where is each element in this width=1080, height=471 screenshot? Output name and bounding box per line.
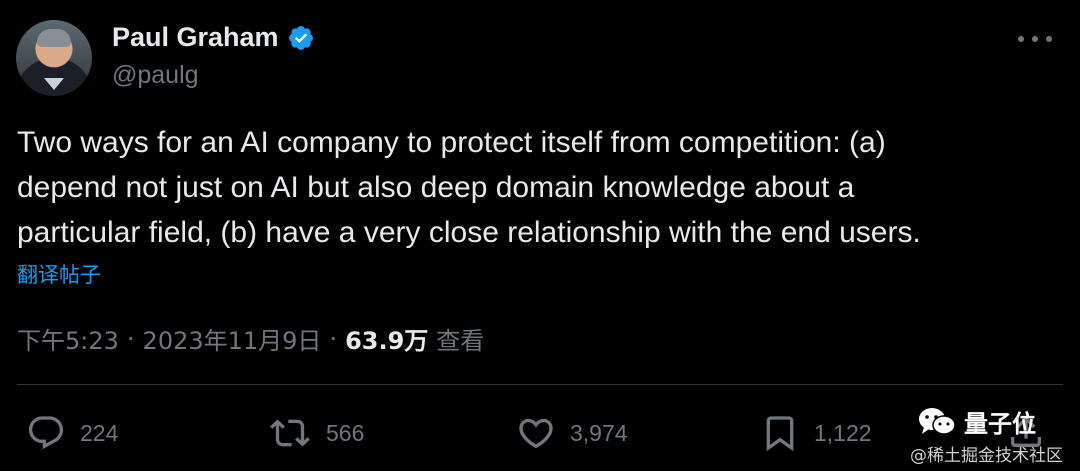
bookmark-icon <box>766 416 794 452</box>
like-button[interactable]: 3,974 <box>516 413 628 453</box>
avatar-collar <box>44 78 64 90</box>
reply-count: 224 <box>80 419 119 446</box>
bookmark-count: 1,122 <box>814 419 872 446</box>
meta-separator: · <box>329 324 338 353</box>
repost-icon <box>270 419 310 447</box>
like-count: 3,974 <box>570 419 628 446</box>
watermark-source: @稀土掘金技术社区 <box>910 446 1063 466</box>
more-options-icon[interactable] <box>1018 34 1052 44</box>
translate-post-link[interactable]: 翻译帖子 <box>17 259 101 289</box>
bookmark-button[interactable]: 1,122 <box>760 413 872 453</box>
watermark-brand-text: 量子位 <box>964 410 1036 438</box>
author-handle[interactable]: @paulg <box>112 61 199 90</box>
tweet-time[interactable]: 下午5:23 <box>17 321 119 356</box>
more-dot <box>1046 36 1052 42</box>
wechat-icon <box>919 407 956 435</box>
reply-button[interactable]: 224 <box>26 413 118 453</box>
watermark-brand: 量子位 <box>918 404 1036 439</box>
view-count: 63.9万 <box>345 327 429 355</box>
author-avatar[interactable] <box>16 20 92 96</box>
view-label: 查看 <box>436 327 485 355</box>
avatar-hair <box>37 29 71 47</box>
tweet-meta: 下午5:23 · 2023年11月9日 · 63.9万 查看 <box>17 321 484 356</box>
author-name-row[interactable]: Paul Graham <box>112 22 315 53</box>
repost-count: 566 <box>326 419 365 446</box>
more-dot <box>1032 36 1038 42</box>
author-display-name[interactable]: Paul Graham <box>112 22 279 53</box>
tweet-text-line: particular field, (b) have a very close … <box>17 216 921 249</box>
meta-separator: · <box>126 324 135 353</box>
tweet-date[interactable]: 2023年11月9日 <box>143 321 322 356</box>
tweet-text-line: depend not just on AI but also deep doma… <box>17 171 855 204</box>
repost-button[interactable]: 566 <box>268 413 364 453</box>
tweet-text: Two ways for an AI company to protect it… <box>17 120 1067 255</box>
more-dot <box>1018 36 1024 42</box>
verified-badge-icon <box>288 25 313 50</box>
heart-icon <box>519 418 553 449</box>
tweet-text-line: Two ways for an AI company to protect it… <box>17 126 886 159</box>
divider <box>17 384 1063 385</box>
reply-icon <box>28 416 64 450</box>
